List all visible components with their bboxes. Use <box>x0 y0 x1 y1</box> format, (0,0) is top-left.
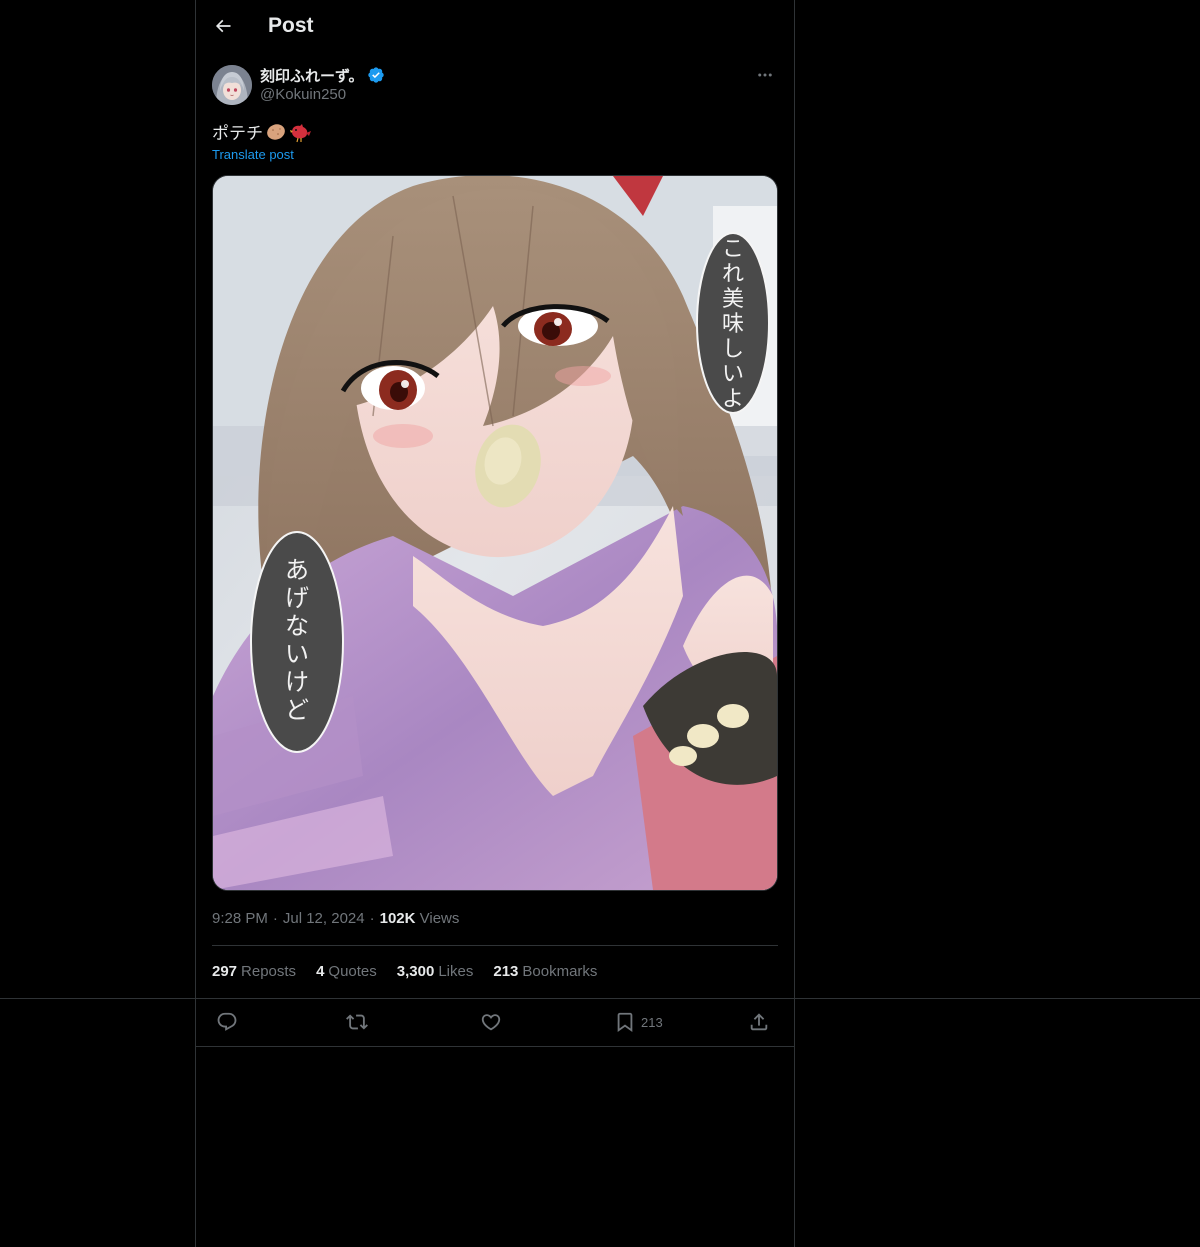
views-label: Views <box>419 910 460 927</box>
meta-separator: · <box>272 910 278 927</box>
bookmark-count: 213 <box>641 1014 663 1030</box>
bookmarks-label: Bookmarks <box>522 963 598 980</box>
post-text-content: ポテチ <box>212 124 263 143</box>
post-actions: 213 <box>212 1000 778 1044</box>
page-title: Post <box>268 14 314 37</box>
red-bird-emoji-icon <box>290 123 311 142</box>
reposts-count: 297 <box>212 963 238 980</box>
post-date[interactable]: Jul 12, 2024 <box>283 910 365 927</box>
share-icon <box>750 1013 768 1031</box>
repost-button[interactable] <box>346 1010 368 1034</box>
likes-count: 3,300 <box>396 963 435 980</box>
author-display-name[interactable]: 刻印ふれーず。 <box>260 65 364 86</box>
bookmark-button[interactable]: 213 <box>614 1010 663 1034</box>
speech-bubble-right-text: これ美味しいよ <box>722 236 744 411</box>
repost-icon <box>346 1014 368 1030</box>
actions-divider <box>196 1046 794 1047</box>
reply-button[interactable] <box>216 1010 238 1034</box>
meta-divider <box>212 945 778 946</box>
post-text: ポテチ <box>212 119 312 144</box>
page: Post 刻印ふれーず。 @Kokuin250 ポテチ Translate po… <box>0 0 1200 1247</box>
views-count: 102K <box>379 910 416 927</box>
author-handle[interactable]: @Kokuin250 <box>260 86 346 103</box>
likes-label: Likes <box>438 963 474 980</box>
like-button[interactable] <box>480 1010 502 1034</box>
more-options-button[interactable] <box>752 64 778 86</box>
meta-separator: · <box>369 910 375 927</box>
quotes-count: 4 <box>316 963 325 980</box>
quotes-stat[interactable]: 4 Quotes <box>316 963 377 980</box>
reposts-label: Reposts <box>241 963 297 980</box>
author-row: 刻印ふれーず。 @Kokuin250 <box>212 64 778 108</box>
bookmarks-stat[interactable]: 213 Bookmarks <box>493 963 597 980</box>
post-column: Post 刻印ふれーず。 @Kokuin250 ポテチ Translate po… <box>195 0 795 1247</box>
bookmark-icon <box>617 1012 633 1033</box>
arrow-left-icon <box>215 19 231 33</box>
reply-icon <box>217 1012 237 1031</box>
post-image[interactable]: これ美味しいよ あげないけど <box>212 175 778 891</box>
share-button[interactable] <box>748 1010 770 1034</box>
more-dots-icon <box>758 73 772 77</box>
speech-bubble-left-text: あげないけど <box>285 557 309 724</box>
post-time[interactable]: 9:28 PM <box>212 910 268 927</box>
heart-icon <box>481 1014 501 1031</box>
verified-badge-icon <box>368 67 384 83</box>
post-header: Post <box>196 0 794 54</box>
post-stats: 297 Reposts 4 Quotes 3,300 Likes 213 Bookmar… <box>212 963 617 980</box>
translate-post-link[interactable]: Translate post <box>212 147 294 162</box>
post-meta: 9:28 PM · Jul 12, 2024 · 102K Views <box>212 910 459 927</box>
reposts-stat[interactable]: 297 Reposts <box>212 963 296 980</box>
quotes-label: Quotes <box>328 963 377 980</box>
avatar[interactable] <box>212 65 252 105</box>
illustration: これ美味しいよ あげないけど <box>213 176 777 890</box>
likes-stat[interactable]: 3,300 Likes <box>397 963 474 980</box>
back-button[interactable] <box>206 9 240 43</box>
potato-emoji-icon <box>267 123 285 140</box>
bookmarks-count: 213 <box>493 963 519 980</box>
